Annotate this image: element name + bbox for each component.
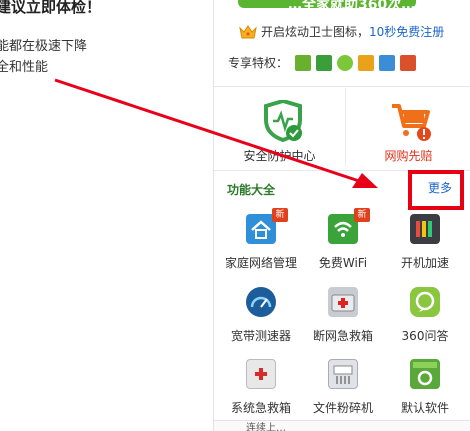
- annotation-arrow: [54, 78, 378, 188]
